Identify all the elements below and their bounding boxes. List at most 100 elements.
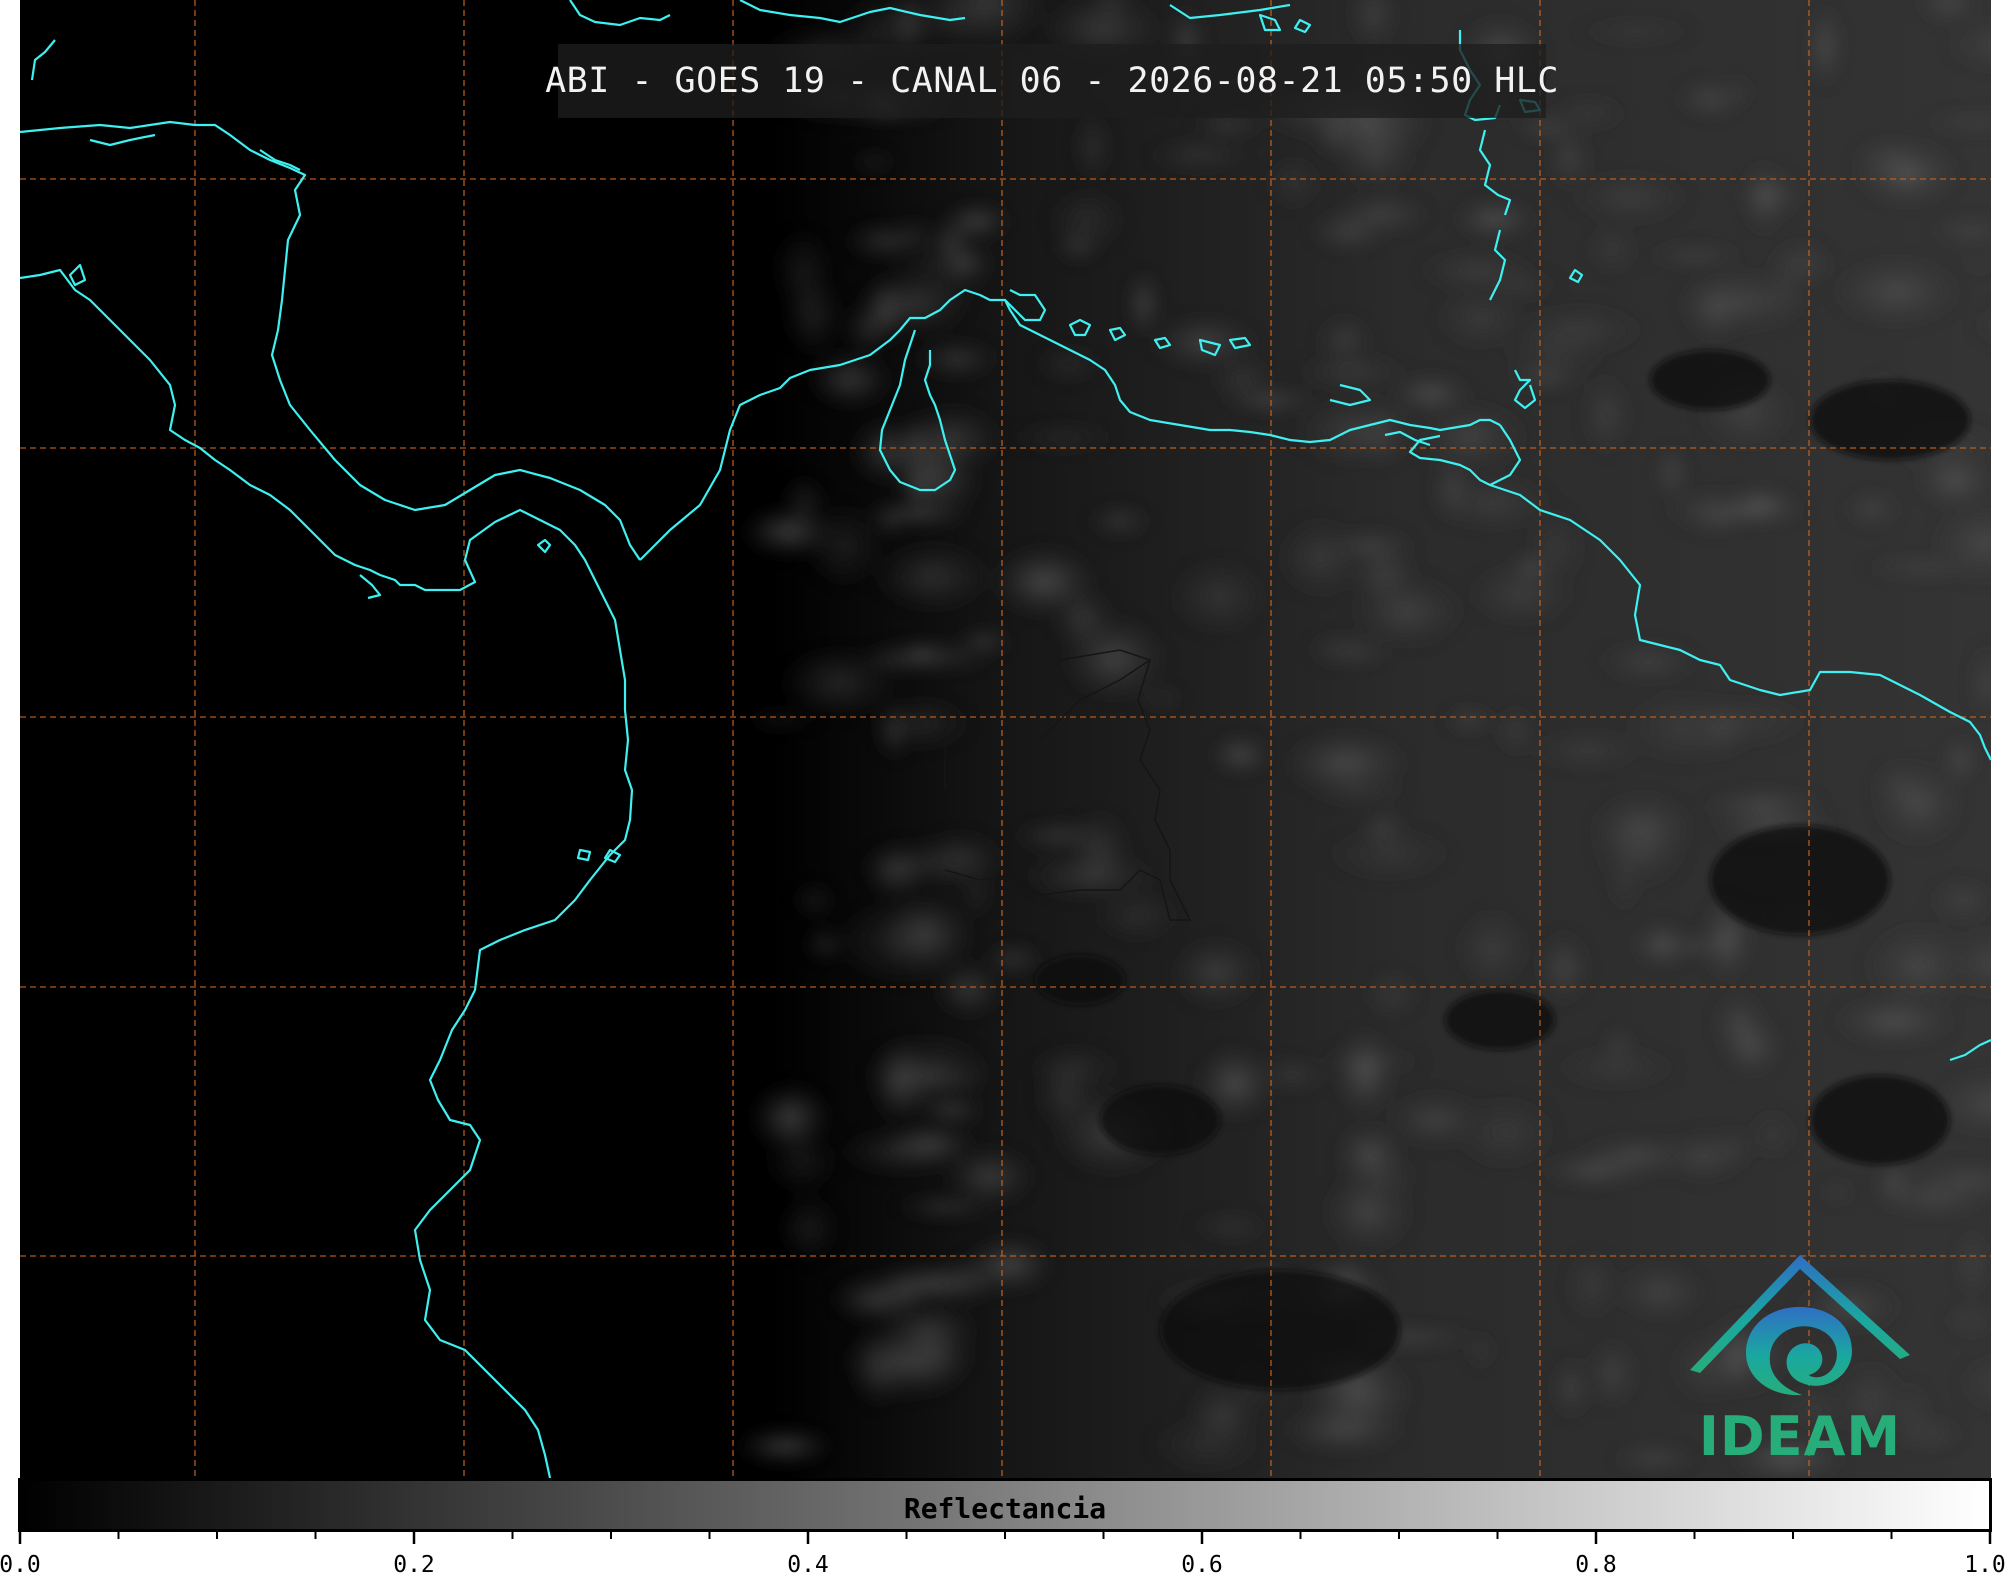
cloud-patch (892, 1196, 997, 1218)
cloud-patch (983, 945, 1043, 973)
cloud-patch (958, 864, 993, 923)
cloud-patch (1128, 269, 1159, 338)
tick-label: 0.4 (787, 1552, 829, 1578)
colorbar-label: Reflectancia (903, 1492, 1107, 1525)
cloud-patch (1145, 138, 1251, 172)
cloud-patch (1046, 187, 1129, 253)
cloud-patch (1494, 705, 1538, 757)
cloud-patch (913, 340, 1000, 379)
ideam-logo: IDEAM (1680, 1255, 1920, 1478)
cloud-patch (1852, 139, 1961, 207)
logo-mark-icon (1690, 1255, 1910, 1396)
cloud-patch (848, 150, 899, 174)
cloud-patch (1537, 930, 1590, 1006)
cloud-patch (904, 642, 937, 665)
cloud-patch (1510, 303, 1649, 357)
cloud-patch (1066, 808, 1132, 893)
cloud-patch (1317, 315, 1372, 365)
cloud-patch (1641, 244, 1750, 266)
cloud-patch (1572, 20, 1701, 44)
cloud-patch (1877, 1178, 1991, 1217)
cloud-patch (1632, 922, 1692, 968)
cloud-patch (1688, 694, 1815, 749)
cloud-patch (1307, 778, 1413, 805)
cloud-patch (1452, 199, 1537, 239)
cloud-patch (1830, 254, 1963, 329)
satellite-image: ABI - GOES 19 - CANAL 06 - 2026-08-21 05… (20, 0, 1991, 1478)
cloud-patch (1348, 542, 1419, 606)
cloud-patch (877, 891, 975, 977)
cloud-patch (1817, 1181, 1858, 1204)
cloud-patch (870, 1263, 995, 1304)
cloud-patch (1061, 615, 1167, 702)
cloud-patch (943, 203, 1010, 240)
cloud-patch (1547, 124, 1592, 193)
image-title: ABI - GOES 19 - CANAL 06 - 2026-08-21 05… (545, 61, 1559, 101)
cloud-patch (1321, 826, 1457, 882)
tick-label: 0.0 (0, 1552, 41, 1578)
cloud-patch (891, 1317, 977, 1391)
cloud-patch (884, 1121, 976, 1166)
cloud-patch (1582, 370, 1631, 460)
cloud-patch (1332, 194, 1433, 234)
cloud-patch (1210, 735, 1270, 775)
cloud-patch (1587, 1337, 1638, 1410)
cloud-patch (872, 540, 993, 613)
cloud-patch (1430, 472, 1556, 533)
cloud-patch (1586, 220, 1639, 278)
tick-label: 1.0 (1964, 1552, 2006, 1578)
cloud-patch (1167, 556, 1270, 638)
cloud-patch (897, 412, 936, 475)
colorbar-ticks (18, 1530, 1992, 1544)
cloud-patch (1708, 1125, 1754, 1173)
cloud-patch (1384, 1091, 1487, 1149)
cloud-patch (1844, 490, 1902, 528)
cloud-patch (1593, 641, 1704, 683)
cloud-patch (1188, 1212, 1273, 1242)
tick-label: 0.8 (1575, 1552, 1617, 1578)
cloud-patch (1957, 1223, 1988, 1303)
cloud-patch (1659, 485, 1760, 534)
cloud-patch (1564, 1246, 1620, 1325)
cloud-patch (1362, 968, 1421, 1020)
cloud-patch (957, 629, 1012, 654)
cloud-patch (1537, 1155, 1654, 1186)
cloud-patch (1872, 760, 1964, 847)
cloud-patch (1722, 73, 1756, 109)
cloud-patch (782, 270, 843, 358)
cloud-patch (1862, 921, 1976, 1011)
cloud-patch (1674, 268, 1812, 334)
cloud-patch (1169, 936, 1264, 1009)
cloud-patch (1025, 1043, 1125, 1092)
cloud-patch (1471, 271, 1563, 299)
cloud-patch (1736, 169, 1805, 221)
tick-label: 0.2 (393, 1552, 435, 1578)
cloud-patch (1591, 809, 1689, 891)
cloud-patch (1311, 1051, 1429, 1073)
cloud-patch (777, 645, 899, 720)
cloud-patch (1033, 345, 1105, 384)
cloud-patch (1086, 505, 1153, 537)
cloud-patch (1074, 109, 1111, 184)
cloud-patch (1551, 1356, 1592, 1420)
cloud-patch (762, 1127, 840, 1197)
cloud-patch (1550, 1045, 1682, 1090)
cloud-patch (776, 1191, 841, 1266)
cloud-patch (1263, 154, 1324, 212)
cloud-patch (803, 926, 846, 963)
colorbar: Reflectancia (18, 1478, 1992, 1532)
cloud-patch (1444, 708, 1495, 732)
cloud-patch (807, 350, 893, 409)
cloud-patch (1208, 355, 1277, 404)
tick-label: 0.6 (1181, 1552, 1223, 1578)
cloud-patch (735, 1427, 834, 1465)
cloud-patch (1335, 1123, 1404, 1186)
cloud-patch (1389, 373, 1473, 414)
cloud-patch (1524, 729, 1651, 772)
cloud-patch (1453, 906, 1531, 991)
cloud-patch (791, 881, 837, 920)
cloud-patch (1699, 788, 1828, 826)
cloud-patch (1713, 988, 1766, 1060)
cloud-patch (863, 500, 973, 527)
title-banner: ABI - GOES 19 - CANAL 06 - 2026-08-21 05… (545, 44, 1558, 118)
